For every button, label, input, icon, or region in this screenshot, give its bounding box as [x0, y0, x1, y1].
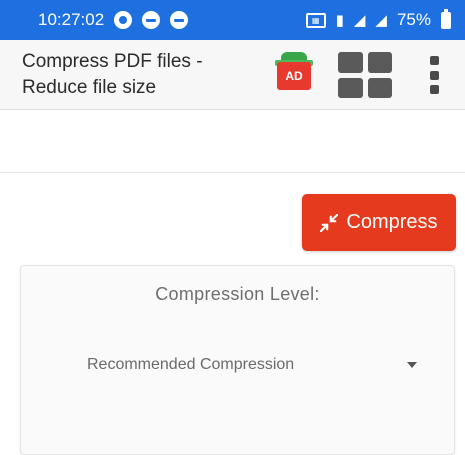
- battery-icon: [441, 8, 451, 29]
- grid-cell: [338, 52, 363, 73]
- grid-icon[interactable]: [338, 52, 392, 98]
- ad-badge: AD: [277, 62, 311, 90]
- compress-label: Compress: [346, 211, 438, 233]
- compress-button[interactable]: Compress: [302, 194, 456, 251]
- battery-percent: 75%: [396, 10, 431, 29]
- app-title: Compress PDF files - Reduce file size: [22, 51, 203, 98]
- compression-card: Compression Level: Recommended Compressi…: [20, 265, 455, 455]
- gift-ad-icon[interactable]: AD: [275, 52, 315, 92]
- location-icon: [114, 11, 133, 29]
- chat-icon: [142, 11, 161, 29]
- more-dot: [429, 70, 439, 80]
- grid-cell: [367, 77, 392, 98]
- more-vert-icon[interactable]: [428, 56, 440, 94]
- network-4g-icon: ◢: [375, 12, 387, 29]
- sim-icon: ▦: [305, 12, 326, 28]
- message-icon: [170, 11, 189, 29]
- status-time: 10:27:02: [38, 10, 105, 29]
- more-dot: [429, 85, 439, 94]
- selected-option: Recommended Compression: [87, 356, 295, 373]
- grid-cell: [367, 52, 392, 73]
- app-bar: Compress PDF files - Reduce file size AD: [0, 40, 465, 110]
- content-divider: [0, 172, 465, 173]
- compression-level-select[interactable]: Recommended Compression: [87, 352, 417, 378]
- dropdown-arrow-icon: [407, 362, 417, 368]
- status-bar: 10:27:02 ▦ ▮ ◢ ◢ 75%: [0, 0, 465, 40]
- compress-icon: [320, 213, 339, 232]
- signal-icon: ◢: [353, 12, 366, 29]
- more-dot: [429, 56, 439, 65]
- compression-level-title: Compression Level:: [155, 284, 320, 304]
- grid-cell: [338, 77, 363, 98]
- vibrate-icon: ▮: [335, 12, 344, 29]
